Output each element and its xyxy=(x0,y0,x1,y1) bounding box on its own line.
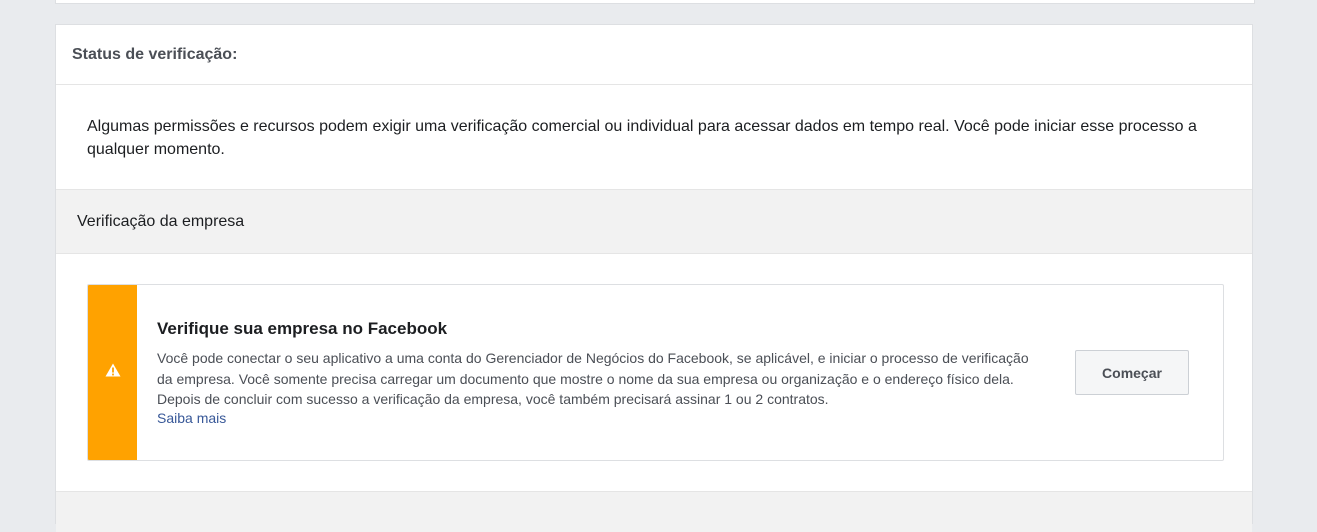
notice-actions: Começar xyxy=(1075,285,1223,460)
notice-text: Você pode conectar o seu aplicativo a um… xyxy=(157,350,1029,407)
previous-card xyxy=(55,0,1255,4)
verification-status-card: Status de verificação: Algumas permissõe… xyxy=(55,24,1253,532)
section-title: Verificação da empresa xyxy=(77,212,245,230)
notice-title: Verifique sua empresa no Facebook xyxy=(157,319,448,338)
learn-more-link[interactable]: Saiba mais xyxy=(157,410,226,426)
notice-body: Verifique sua empresa no Facebook Você p… xyxy=(137,285,1075,460)
intro-text: Algumas permissões e recursos podem exig… xyxy=(56,85,1252,190)
card-title: Status de verificação: xyxy=(72,45,238,63)
warning-bar xyxy=(88,285,137,460)
card-header: Status de verificação: xyxy=(56,25,1252,85)
section-header-business-verification: Verificação da empresa xyxy=(56,190,1252,254)
warning-icon xyxy=(105,363,121,382)
business-verification-notice: Verifique sua empresa no Facebook Você p… xyxy=(87,284,1224,461)
start-button[interactable]: Começar xyxy=(1075,350,1189,395)
next-section-header xyxy=(56,491,1252,532)
